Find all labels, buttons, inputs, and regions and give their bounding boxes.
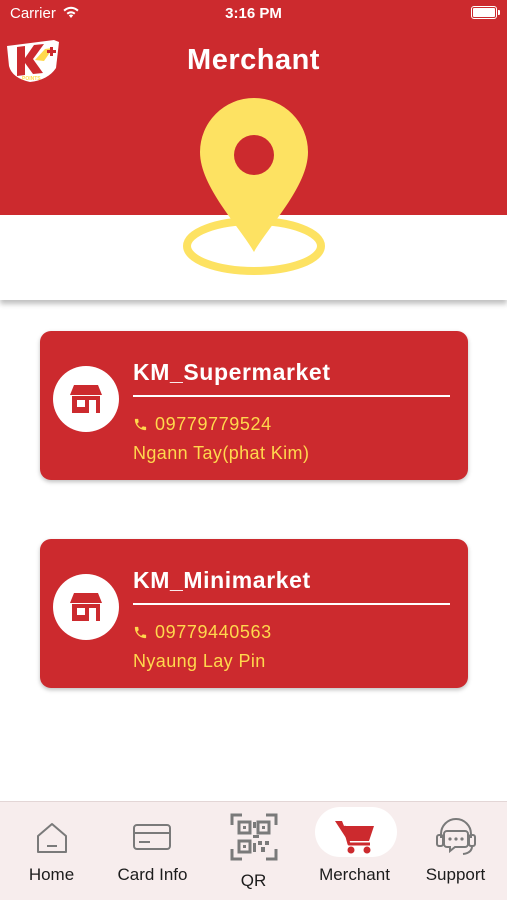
merchant-name: KM_Minimarket (133, 567, 311, 593)
phone-icon (134, 626, 147, 639)
tab-home[interactable]: Home (1, 802, 102, 900)
tab-label: Merchant (319, 865, 390, 884)
merchant-card[interactable]: KM_Supermarket 09779779524 Ngann Tay(pha… (40, 331, 468, 480)
card-icon (133, 824, 171, 850)
merchant-phone[interactable]: 09779779524 (155, 414, 272, 435)
tab-label: Support (425, 865, 486, 884)
qr-code-icon (230, 813, 278, 861)
tab-card-info[interactable]: Card Info (102, 802, 203, 900)
merchant-screen: Carrier 3:16 PM POINTS Merchant KM_Super… (0, 0, 507, 900)
tab-label: QR (240, 871, 267, 890)
tab-bar: Home Card Info QR Merchant Support (0, 801, 507, 900)
phone-icon (134, 418, 147, 431)
divider (133, 603, 450, 605)
store-avatar (53, 574, 119, 640)
location-pin-icon (183, 98, 325, 275)
merchant-phone[interactable]: 09779440563 (155, 622, 272, 643)
home-icon (37, 823, 67, 853)
merchant-card[interactable]: KM_Minimarket 09779440563 Nyaung Lay Pin (40, 539, 468, 688)
store-icon (70, 385, 102, 413)
merchant-address: Ngann Tay(phat Kim) (133, 443, 310, 463)
tab-qr[interactable]: QR (203, 802, 304, 900)
tab-label: Card Info (117, 865, 188, 884)
tab-label: Home (28, 865, 75, 884)
support-chat-icon (436, 818, 476, 855)
merchant-address: Nyaung Lay Pin (133, 651, 266, 671)
tab-merchant[interactable]: Merchant (304, 802, 405, 900)
page-title: Merchant (187, 44, 320, 76)
status-bar: Carrier 3:16 PM (0, 0, 507, 28)
header: Carrier 3:16 PM POINTS Merchant (0, 0, 507, 300)
status-time: 3:16 PM (225, 5, 282, 22)
tab-support[interactable]: Support (405, 802, 506, 900)
divider (133, 395, 450, 397)
store-icon (70, 593, 102, 621)
battery-icon (471, 6, 500, 19)
merchant-name: KM_Supermarket (133, 359, 331, 385)
store-avatar (53, 366, 119, 432)
cart-icon (335, 821, 374, 854)
